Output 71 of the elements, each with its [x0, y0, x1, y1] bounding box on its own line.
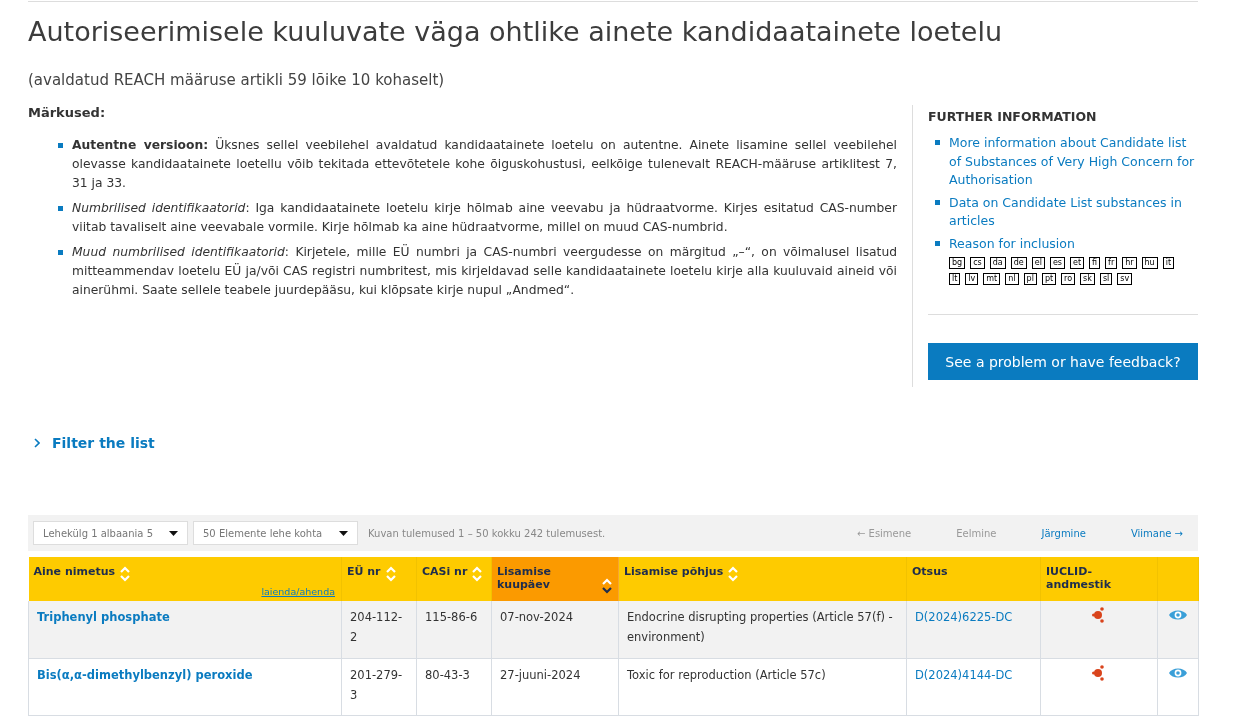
bullet-icon — [58, 206, 63, 211]
language-link[interactable]: fi — [1089, 257, 1101, 269]
bullet-icon — [935, 240, 940, 246]
info-link[interactable]: Data on Candidate List substances in articles — [949, 193, 1198, 231]
language-link[interactable]: bg — [949, 257, 966, 269]
sort-icon[interactable] — [602, 577, 612, 595]
language-link[interactable]: el — [1031, 257, 1045, 269]
table-cell: 204-112-2 — [350, 610, 403, 644]
caret-icon — [169, 530, 178, 536]
column-header[interactable]: Lisamise põhjus — [618, 557, 907, 601]
bullet-icon — [58, 143, 63, 148]
column-header[interactable]: EÜ nr — [341, 557, 417, 601]
note-text: Autentne versioon: Üksnes sellel veebilehel avaldatud kandidaatainete loetelu on autentne. Ainete lisamine sellel veebilehel olevasse kandidaatainete loetellu võib tekitada ettevõtetele kohe õiguskohustusi, eelkõige tulenevalt REACH-määruse artiklitest 7, 31 ja 33. — [72, 136, 897, 192]
molecule-icon[interactable] — [1092, 664, 1106, 681]
column-header[interactable]: Lisamise kuupäev — [491, 557, 619, 601]
column-header[interactable]: CASi nr — [416, 557, 492, 601]
decision-link[interactable]: D(2024)4144-DC — [915, 667, 1013, 682]
molecule-icon[interactable] — [1092, 607, 1106, 623]
sidebar-heading: FURTHER INFORMATION — [928, 109, 1098, 124]
table-cell: 27-juuni-2024 — [500, 667, 581, 682]
language-link[interactable]: sv — [1117, 273, 1133, 285]
language-link[interactable]: pl — [1023, 273, 1037, 285]
language-link[interactable]: de — [1010, 257, 1027, 269]
caret-icon — [339, 530, 348, 536]
results-summary: Kuvan tulemused 1 – 50 kokku 242 tulemusest. — [368, 527, 607, 539]
table-cell: Endocrine disrupting properties (Article 57(f) - environment) — [627, 610, 893, 644]
substance-link[interactable]: Triphenyl phosphate — [37, 610, 170, 624]
table-cell: 07-nov-2024 — [500, 610, 574, 624]
language-link[interactable]: cs — [970, 257, 985, 269]
bullet-icon — [935, 140, 940, 145]
pagination-link[interactable]: Viimane → — [1130, 527, 1183, 539]
page-title: Autoriseerimisele kuuluvate väga ohtlike ainete kandidaatainete loetelu — [28, 16, 1003, 47]
info-link[interactable]: Reason for inclusion — [949, 234, 1175, 253]
feedback-button[interactable]: See a problem or have feedback? — [928, 343, 1198, 380]
language-link[interactable]: ro — [1061, 273, 1076, 285]
language-link[interactable]: sk — [1080, 273, 1095, 285]
column-header: IUCLID-andmestik — [1040, 557, 1158, 601]
language-link[interactable]: mt — [983, 273, 1001, 285]
notes-heading: Märkused: — [28, 105, 107, 120]
bullet-icon — [58, 250, 63, 255]
language-link[interactable]: nl — [1005, 273, 1019, 285]
eye-icon[interactable] — [1169, 609, 1187, 621]
language-link[interactable]: hr — [1122, 257, 1137, 269]
language-link[interactable]: lv — [965, 273, 979, 285]
pagination-link[interactable]: Järgmine — [1041, 527, 1086, 539]
table-cell: 115-86-6 — [425, 610, 478, 624]
table-cell: Toxic for reproduction (Article 57c) — [627, 667, 826, 682]
language-link[interactable]: it — [1162, 257, 1175, 269]
page-select[interactable]: Lehekülg 1 albaania 5 — [33, 521, 188, 545]
substance-link[interactable]: Bis(α,α-dimethylbenzyl) peroxide — [37, 667, 253, 682]
note-text: Numbrilised identifikaatorid: Iga kandidaatainete loetelu kirje hõlmab aine veevabu ja hüdraatvorme. Kirjes esitatud CAS-number viitab tavaliselt aine veevabale vormile. Kirje hõlmab ka aine hüdraatvorme, millel on muud CAS-numbrid. — [72, 200, 897, 236]
filter-toggle[interactable]: Filter the list — [28, 435, 155, 451]
table-cell: 80-43-3 — [425, 667, 470, 682]
language-link[interactable]: et — [1069, 257, 1085, 269]
language-link[interactable]: es — [1049, 257, 1065, 269]
page-size-select[interactable]: 50 Elemente lehe kohta — [193, 521, 358, 545]
page-subtitle: (avaldatud REACH määruse artikli 59 lõike 10 kohaselt) — [28, 71, 446, 89]
language-link[interactable]: hu — [1141, 257, 1158, 269]
language-link[interactable]: pt — [1041, 273, 1057, 285]
eye-icon[interactable] — [1169, 666, 1187, 679]
chevron-icon — [34, 438, 40, 448]
column-header: Otsus — [906, 557, 1041, 601]
language-link[interactable]: sl — [1099, 273, 1113, 285]
language-link[interactable]: fr — [1105, 257, 1118, 269]
language-link[interactable]: da — [989, 257, 1006, 269]
decision-link[interactable]: D(2024)6225-DC — [915, 610, 1013, 624]
bullet-icon — [935, 199, 940, 205]
table-cell: 201-279-3 — [350, 667, 403, 702]
note-text: Muud numbrilised identifikaatorid: Kirjetele, mille EÜ numbri ja CAS-numbri veergudesse on märgitud „–“, on võimalusel lisatud mitteammendav loetelu EÜ ja/või CAS registri numbritest, mis kirjeldavad selle kandidaatainete loetelu kirje alla kuuluvaid aineid või ainerühmi. Saate sellele teabele juurdepääsu, kui klõpsate kirje nupul „Andmed“. — [72, 243, 897, 299]
info-link[interactable]: More information about Candidate list of Substances of Very High Concern for Authorisation — [949, 134, 1198, 190]
language-link[interactable]: lt — [949, 273, 961, 285]
